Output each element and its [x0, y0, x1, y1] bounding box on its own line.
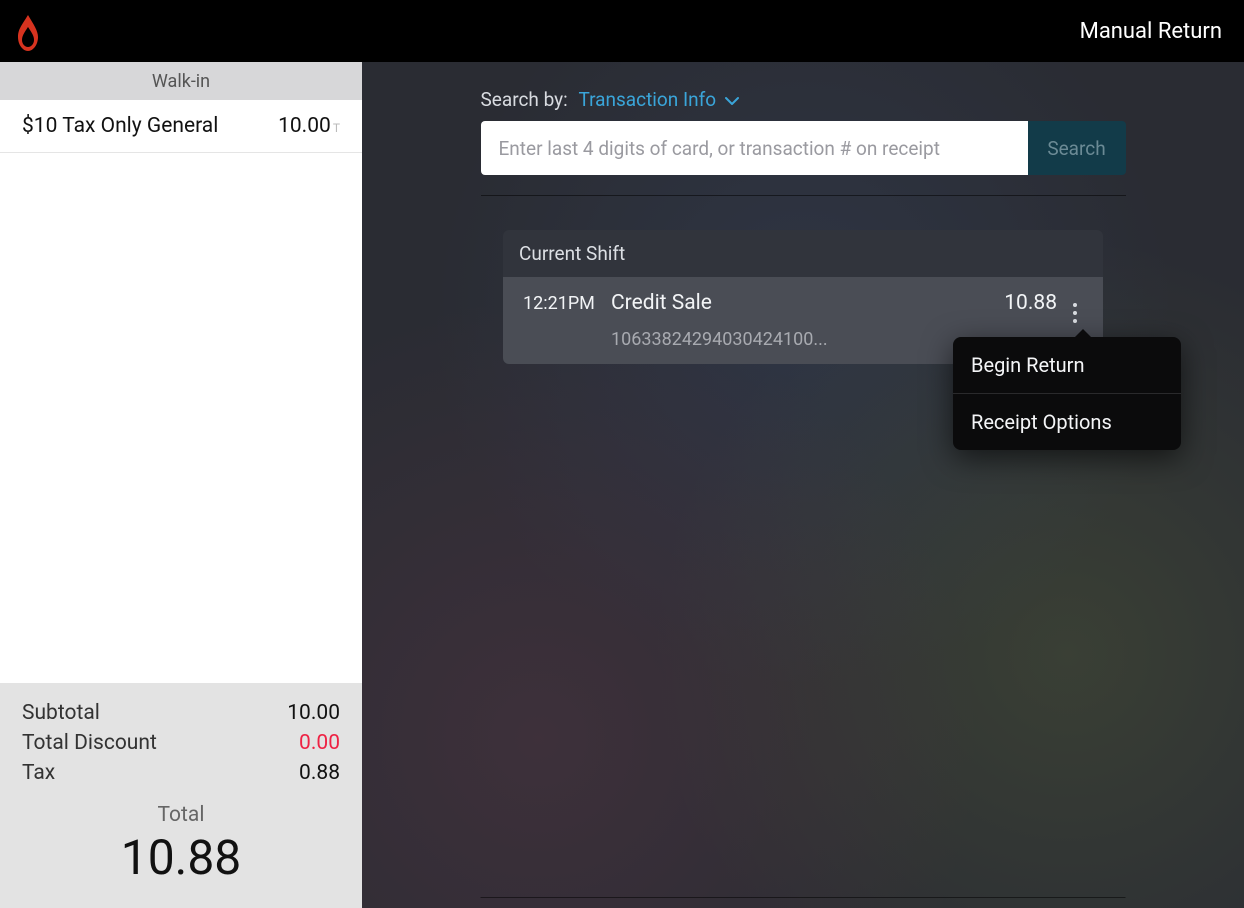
transaction-time: 12:21PM [523, 293, 611, 314]
transaction-amount: 10.88 [1004, 291, 1057, 315]
search-row: Search [481, 121, 1126, 175]
chevron-down-icon[interactable] [725, 88, 739, 111]
grand-total-label: Total [22, 803, 340, 827]
top-bar: Manual Return [0, 0, 1244, 62]
search-button[interactable]: Search [1028, 121, 1126, 175]
subtotal-value: 10.00 [287, 701, 340, 725]
divider [481, 897, 1126, 898]
customer-name[interactable]: Walk-in [0, 62, 362, 100]
discount-row: Total Discount 0.00 [22, 731, 340, 755]
flame-logo-icon [12, 13, 44, 49]
totals-panel: Subtotal 10.00 Total Discount 0.00 Tax 0… [0, 683, 362, 908]
line-items-list: $10 Tax Only General 10.00T [0, 100, 362, 683]
search-area: Search by: Transaction Info Search [481, 88, 1126, 175]
search-by-dropdown[interactable]: Transaction Info [578, 88, 716, 111]
line-item-price: 10.00T [278, 114, 340, 138]
search-by-row: Search by: Transaction Info [481, 88, 1126, 111]
tax-suffix: T [333, 121, 340, 135]
shift-card: Current Shift 12:21PM Credit Sale 10.88 … [503, 230, 1103, 364]
line-item-name: $10 Tax Only General [22, 114, 218, 138]
tax-row: Tax 0.88 [22, 761, 340, 785]
transaction-type: Credit Sale [611, 291, 1004, 315]
begin-return-option[interactable]: Begin Return [953, 337, 1181, 393]
subtotal-row: Subtotal 10.00 [22, 701, 340, 725]
order-sidebar: Walk-in $10 Tax Only General 10.00T Subt… [0, 62, 362, 908]
search-by-label: Search by: [481, 88, 568, 111]
grand-total: Total 10.88 [22, 803, 340, 886]
receipt-options-option[interactable]: Receipt Options [953, 393, 1181, 450]
discount-value: 0.00 [299, 731, 340, 755]
transaction-row[interactable]: 12:21PM Credit Sale 10.88 10633824294030… [503, 277, 1103, 364]
divider [481, 195, 1126, 196]
tax-value: 0.88 [299, 761, 340, 785]
page-title[interactable]: Manual Return [1080, 19, 1222, 44]
main-panel: Search by: Transaction Info Search Curre… [362, 62, 1244, 908]
tax-label: Tax [22, 761, 55, 785]
search-input[interactable] [481, 121, 1028, 175]
more-options-icon[interactable] [1065, 299, 1085, 327]
subtotal-label: Subtotal [22, 701, 100, 725]
grand-total-value: 10.88 [22, 829, 340, 886]
discount-label: Total Discount [22, 731, 157, 755]
line-item[interactable]: $10 Tax Only General 10.00T [0, 100, 362, 153]
transaction-popover: Begin Return Receipt Options [953, 337, 1181, 450]
shift-header: Current Shift [503, 230, 1103, 277]
